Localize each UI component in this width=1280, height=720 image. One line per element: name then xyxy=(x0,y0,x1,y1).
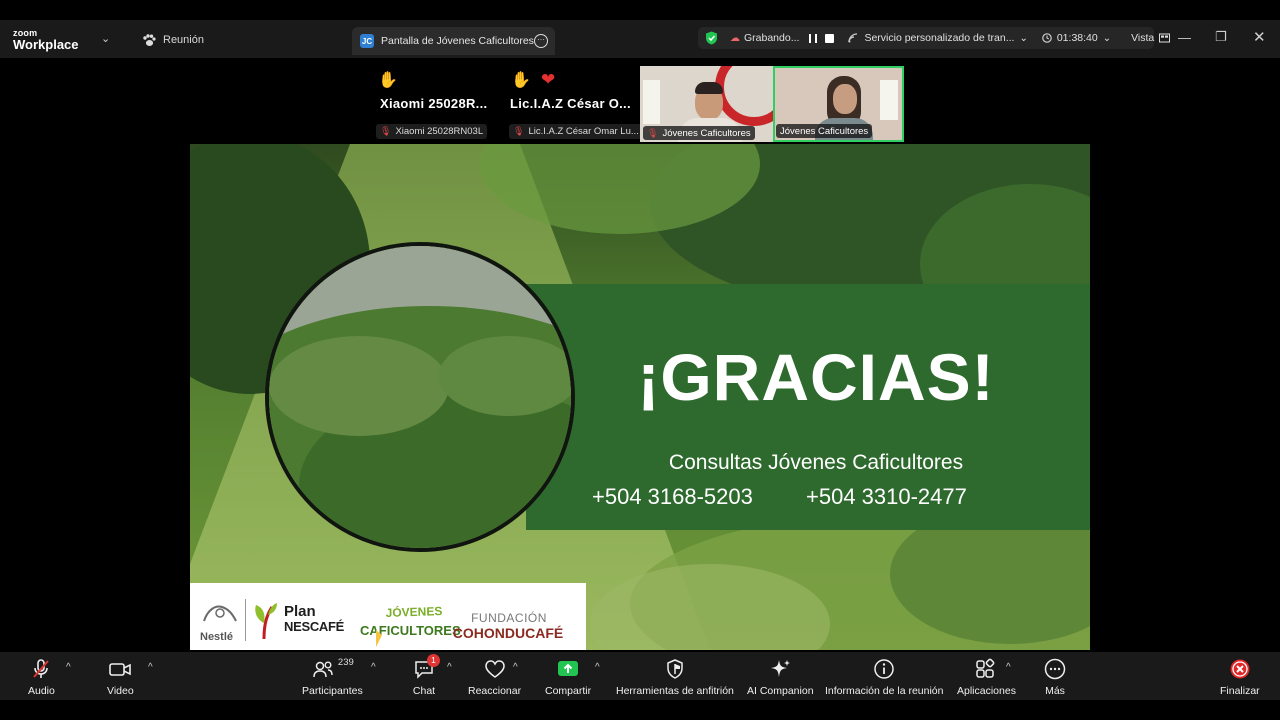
security-shield-icon[interactable] xyxy=(705,31,718,45)
chevron-down-icon[interactable]: ⌄ xyxy=(1019,33,1027,44)
share-label: Compartir xyxy=(545,685,592,697)
chevron-down-icon[interactable]: ⌄ xyxy=(101,32,110,45)
video-button[interactable]: Video xyxy=(107,658,134,697)
slide-headline: ¡GRACIAS! xyxy=(637,340,995,414)
share-options-chevron-icon[interactable]: ^ xyxy=(595,662,600,673)
share-screen-tab[interactable]: JC Pantalla de Jóvenes Caficultores ··· xyxy=(352,27,555,55)
phone-number-1: +504 3168-5203 xyxy=(592,484,753,509)
raised-hand-icon: ✋ xyxy=(511,72,531,89)
mouse-cursor xyxy=(376,630,382,647)
end-call-icon xyxy=(1230,659,1250,679)
caficultores-logo-text: CAFICULTORES xyxy=(360,623,461,638)
audio-button[interactable]: Audio xyxy=(28,658,55,697)
apps-label: Aplicaciones xyxy=(957,685,1016,697)
recording-label: Grabando... xyxy=(744,32,800,44)
ai-companion-label: AI Companion xyxy=(747,685,814,697)
nestle-nest-logo xyxy=(203,605,237,622)
host-tools-button[interactable]: Herramientas de anfitrión xyxy=(616,658,734,697)
share-screen-icon xyxy=(558,661,579,676)
jovenes-logo-text: JÓVENES xyxy=(385,604,443,620)
apps-icon xyxy=(976,658,995,678)
more-options-icon[interactable]: ··· xyxy=(534,34,548,48)
video-label: Video xyxy=(107,685,134,697)
transcription-icon xyxy=(848,33,858,43)
minimize-icon[interactable]: — xyxy=(1178,30,1191,45)
host-shield-icon xyxy=(667,659,683,679)
heart-icon xyxy=(484,660,505,678)
participants-options-chevron-icon[interactable]: ^ xyxy=(371,662,376,673)
participants-icon xyxy=(313,661,333,678)
participant-tile-label: 🎙 Lic.I.A.Z César Omar Lu... xyxy=(509,124,645,139)
video-tile-label: Jóvenes Caficultores xyxy=(776,124,873,138)
raised-hand-icon: ✋ xyxy=(378,72,398,89)
video-options-chevron-icon[interactable]: ^ xyxy=(148,662,153,673)
clock-icon xyxy=(1042,33,1052,43)
stop-recording-icon[interactable] xyxy=(825,33,835,43)
pause-recording-icon[interactable] xyxy=(809,33,818,43)
participant-name: Xiaomi 25028R... xyxy=(380,96,488,111)
leaf-icon xyxy=(255,603,277,640)
restore-icon[interactable]: ❐ xyxy=(1215,29,1227,45)
workplace-logo: Workplace xyxy=(13,37,79,52)
more-label: Más xyxy=(1045,685,1065,697)
nescafe-logo-text: NESCAFÉ xyxy=(284,619,345,634)
chat-button[interactable]: 1 Chat xyxy=(412,654,440,697)
ai-companion-button[interactable]: AI Companion xyxy=(747,658,814,697)
mic-muted-icon: 🎙 xyxy=(380,126,392,136)
jc-app-icon: JC xyxy=(360,34,374,48)
chat-options-chevron-icon[interactable]: ^ xyxy=(447,662,452,673)
chat-label: Chat xyxy=(412,685,436,697)
ai-sparkle-icon xyxy=(771,660,791,677)
meeting-info-button[interactable]: Información de la reunión xyxy=(825,658,944,697)
chat-unread-badge: 1 xyxy=(427,654,440,667)
video-camera-icon xyxy=(109,663,132,676)
tab-title: Pantalla de Jóvenes Caficultores xyxy=(381,35,534,47)
phone-number-2: +504 3310-2477 xyxy=(806,484,967,509)
nestle-logo: Nestlé xyxy=(200,631,234,643)
meeting-menu[interactable]: Reunión xyxy=(142,31,204,49)
close-icon[interactable]: ✕ xyxy=(1253,28,1266,46)
meeting-label: Reunión xyxy=(163,34,204,46)
more-icon xyxy=(1044,658,1066,680)
mic-muted-icon: 🎙 xyxy=(513,126,525,136)
meeting-timer: 01:38:40 xyxy=(1056,32,1098,44)
react-label: Reaccionar xyxy=(468,685,522,697)
audio-options-chevron-icon[interactable]: ^ xyxy=(66,662,71,673)
logo-divider xyxy=(245,599,246,641)
cloud-record-icon: ☁ xyxy=(730,32,740,44)
fundacion-logo-text: FUNDACIÓN xyxy=(471,611,547,625)
video-tile-label: 🎙 Jóvenes Caficultores xyxy=(643,126,755,140)
end-meeting-button[interactable]: Finalizar xyxy=(1220,658,1260,697)
active-speaker-video-tile[interactable]: Jóvenes Caficultores xyxy=(773,66,904,142)
shared-screen-slide: ¡GRACIAS! Consultas Jóvenes Caficultores… xyxy=(190,144,1090,650)
video-tile[interactable]: 🎙 Jóvenes Caficultores xyxy=(640,66,773,142)
view-grid-icon[interactable] xyxy=(1159,33,1171,43)
audio-label: Audio xyxy=(28,685,55,697)
participant-name: Lic.I.A.Z César O... xyxy=(510,96,631,111)
plan-logo-text: Plan xyxy=(284,603,316,620)
participant-tile-label: 🎙 Xiaomi 25028RN03L xyxy=(376,124,488,139)
view-button[interactable]: Vista xyxy=(1131,32,1154,44)
share-button[interactable]: Compartir xyxy=(545,658,591,697)
host-tools-label: Herramientas de anfitrión xyxy=(616,685,734,697)
info-icon xyxy=(874,659,894,679)
mic-muted-icon xyxy=(33,659,50,678)
more-button[interactable]: Más xyxy=(1043,658,1067,697)
participants-label: Participantes xyxy=(302,685,363,697)
heart-reaction-icon: ❤ xyxy=(541,70,556,89)
meeting-info-label: Información de la reunión xyxy=(825,685,944,697)
paw-icon xyxy=(143,33,156,46)
mic-muted-icon: 🎙 xyxy=(647,127,659,138)
participants-button[interactable]: 239 Participantes xyxy=(302,657,363,697)
chevron-down-icon[interactable]: ⌄ xyxy=(1103,33,1111,44)
end-meeting-label: Finalizar xyxy=(1220,685,1260,697)
cohonducafe-logo-text: COHONDUCAFÉ xyxy=(452,625,564,641)
react-options-chevron-icon[interactable]: ^ xyxy=(513,662,518,673)
status-bar: ☁ Grabando... Servicio personalizado de … xyxy=(698,27,1171,49)
sponsor-logos-bar: Nestlé Plan NESCAFÉ JÓVENES CAFICULTORES… xyxy=(190,583,586,650)
slide-subtitle: Consultas Jóvenes Caficultores xyxy=(668,451,964,474)
transcription-label[interactable]: Servicio personalizado de tran... xyxy=(864,32,1014,44)
apps-options-chevron-icon[interactable]: ^ xyxy=(1006,662,1011,673)
participant-count: 239 xyxy=(337,657,354,668)
